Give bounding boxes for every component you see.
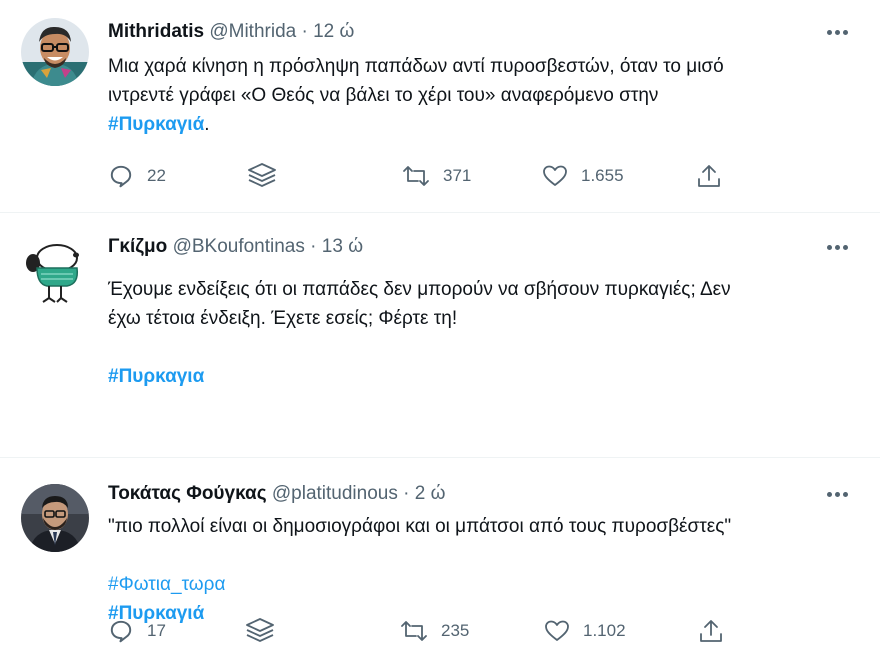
retweet-icon — [402, 164, 430, 188]
timestamp[interactable]: 12 ώ — [313, 21, 354, 42]
tweet-text-line: έχω τέτοια ένδειξη. Έχετε εσείς; Φέρτε τ… — [108, 308, 458, 329]
more-icon[interactable] — [827, 22, 848, 42]
like-count: 1.655 — [581, 166, 624, 185]
like-button[interactable]: 1.655 — [542, 162, 624, 190]
display-name[interactable]: Mithridatis — [108, 21, 204, 42]
like-icon — [542, 164, 568, 188]
reply-icon — [108, 163, 134, 189]
reply-count: 22 — [147, 166, 166, 185]
tweet-text-line: Έχουμε ενδείξεις ότι οι παπάδες δεν μπορ… — [108, 279, 731, 300]
tweet-text-line: Μια χαρά κίνηση η πρόσληψη παπάδων αντί … — [108, 56, 724, 77]
tweet-text: Έχουμε ενδείξεις ότι οι παπάδες δεν μπορ… — [108, 275, 848, 391]
user-handle[interactable]: @BKoufontinas — [173, 236, 305, 257]
stack-button[interactable] — [246, 162, 278, 190]
tweet-header: Γκίζμο @BKoufontinas · 13 ώ — [108, 234, 363, 260]
more-icon[interactable] — [827, 237, 848, 257]
user-handle[interactable]: @platitudinous — [272, 483, 398, 504]
avatar[interactable] — [21, 484, 89, 552]
avatar[interactable] — [21, 18, 89, 86]
hashtag-link[interactable]: #Πυρκαγια — [108, 366, 204, 387]
tweet-actions: 22 371 1.655 — [108, 162, 748, 190]
separator-dot: · — [310, 236, 317, 257]
reply-button[interactable]: 22 — [108, 162, 166, 190]
avatar[interactable] — [21, 238, 89, 306]
tweet-3[interactable]: Τοκάτας Φούγκας @platitudinous · 2 ώ "πι… — [0, 458, 880, 637]
stack-icon — [246, 161, 278, 191]
user-handle[interactable]: @Mithrida — [209, 21, 296, 42]
timestamp[interactable]: 13 ώ — [322, 236, 363, 257]
tweet-header: Τοκάτας Φούγκας @platitudinous · 2 ώ — [108, 481, 445, 507]
tweet-2[interactable]: Γκίζμο @BKoufontinas · 13 ώ Έχουμε ενδεί… — [0, 213, 880, 643]
display-name[interactable]: Τοκάτας Φούγκας — [108, 483, 267, 504]
hashtag-link[interactable]: #Πυρκαγιά — [108, 603, 204, 624]
tweet-text-line: ιντρεντέ γράφει «Ο Θεός να βάλει το χέρι… — [108, 85, 659, 106]
more-icon[interactable] — [827, 484, 848, 504]
hashtag-link[interactable]: #Φωτια_τωρα — [108, 574, 225, 595]
hashtag-link[interactable]: #Πυρκαγιά — [108, 114, 204, 135]
separator-dot: · — [301, 21, 308, 42]
separator-dot: · — [403, 483, 410, 504]
tweet-1[interactable]: Mithridatis @Mithrida · 12 ώ Μια χαρά κί… — [0, 0, 880, 213]
timestamp[interactable]: 2 ώ — [415, 483, 446, 504]
tweet-header: Mithridatis @Mithrida · 12 ώ — [108, 19, 354, 45]
retweet-button[interactable]: 371 — [402, 162, 471, 190]
display-name[interactable]: Γκίζμο — [108, 236, 167, 257]
share-button[interactable] — [696, 162, 722, 190]
retweet-count: 371 — [443, 166, 472, 185]
share-icon — [696, 163, 722, 189]
tweet-text-suffix: . — [204, 114, 210, 135]
tweet-text: Μια χαρά κίνηση η πρόσληψη παπάδων αντί … — [108, 52, 848, 139]
tweet-text-line: "πιο πολλοί είναι οι δημοσιογράφοι και ο… — [108, 516, 732, 537]
tweet-text: "πιο πολλοί είναι οι δημοσιογράφοι και ο… — [108, 512, 848, 628]
